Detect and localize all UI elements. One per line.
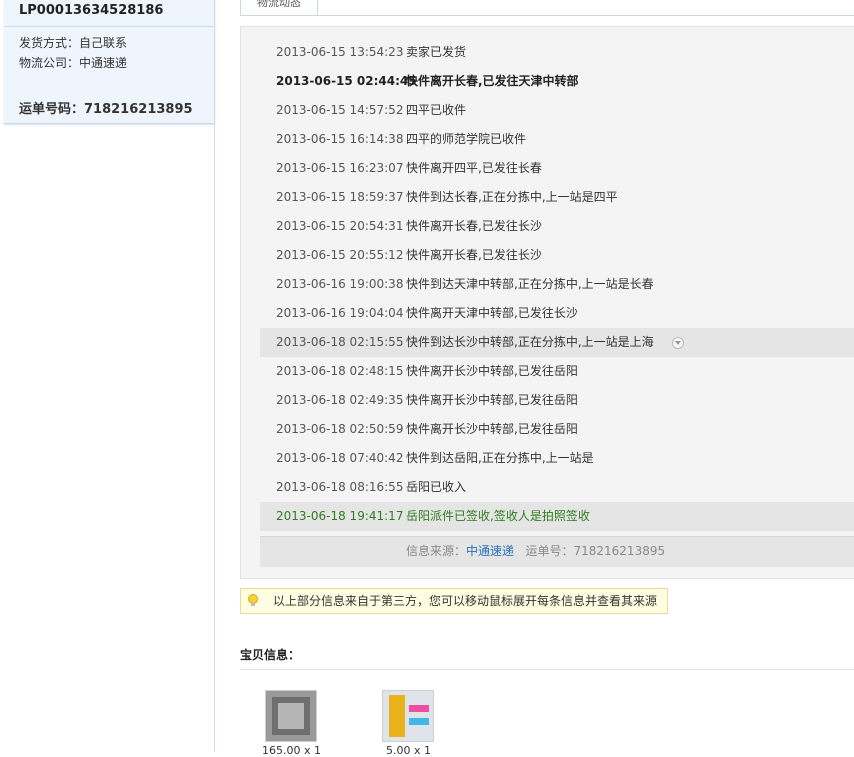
tracking-desc: 快件到达岳阳,正在分拣中,上一站是: [406, 451, 594, 465]
tracking-time: 2013-06-15 14:57:52: [276, 103, 404, 117]
lightbulb-icon: [248, 594, 258, 606]
tracking-time: 2013-06-15 13:54:23: [276, 45, 404, 59]
tracking-desc: 岳阳已收入: [406, 480, 467, 494]
tracking-row[interactable]: 2013-06-15 20:55:12 快件离开长春,已发往长沙: [260, 241, 854, 270]
tracking-desc: 快件离开四平,已发往长春: [406, 161, 542, 175]
tracking-desc: 四平的师范学院已收件: [406, 132, 527, 146]
tracking-row[interactable]: 2013-06-18 02:15:55 快件到达长沙中转部,正在分拣中,上一站是上…: [260, 328, 854, 357]
tracking-time: 2013-06-18 08:16:55: [276, 480, 404, 494]
tracking-time: 2013-06-18 02:49:35: [276, 393, 404, 407]
tracking-time: 2013-06-18 19:41:17: [276, 509, 404, 523]
column-divider: [214, 0, 215, 752]
tracking-row[interactable]: 2013-06-18 02:50:59 快件离开长沙中转部,已发往岳阳: [260, 415, 854, 444]
tracking-row[interactable]: 2013-06-18 02:49:35 快件离开长沙中转部,已发往岳阳: [260, 386, 854, 415]
tracking-time: 2013-06-18 02:48:15: [276, 364, 404, 378]
tracking-row[interactable]: 2013-06-18 02:48:15 快件离开长沙中转部,已发往岳阳: [260, 357, 854, 386]
expand-chevron-icon[interactable]: [672, 337, 684, 349]
tracking-row[interactable]: 2013-06-15 14:57:52 四平已收件: [260, 96, 854, 125]
tracking-time: 2013-06-18 07:40:42: [276, 451, 404, 465]
tracking-desc: 快件离开长沙中转部,已发往岳阳: [406, 393, 578, 407]
source-carrier-link[interactable]: 中通速递: [466, 544, 514, 558]
carrier-name: 物流公司：中通速递: [19, 56, 128, 70]
tracking-panel: 2013-06-15 13:54:23 卖家已发货 2013-06-15 02:44…: [240, 26, 854, 579]
item-thumbnail-2[interactable]: [382, 690, 434, 742]
tracking-time: 2013-06-15 16:23:07: [276, 161, 404, 175]
tracking-row[interactable]: 2013-06-15 13:54:23 卖家已发货: [260, 38, 854, 67]
tracking-time: 2013-06-18 02:50:59: [276, 422, 404, 436]
tracking-time: 2013-06-16 19:00:38: [276, 277, 404, 291]
tip-text: 以上部分信息来自于第三方，您可以移动鼠标展开每条信息并查看其来源: [273, 594, 658, 608]
tracking-desc: 快件离开天津中转部,已发往长沙: [406, 306, 578, 320]
item-thumbnail-1[interactable]: [265, 690, 317, 742]
tracking-desc: 快件离开长沙中转部,已发往岳阳: [406, 422, 578, 436]
tracking-desc: 卖家已发货: [406, 45, 467, 59]
section-divider: [240, 669, 854, 670]
waybill-number: 运单号码：718216213895: [19, 102, 193, 117]
tracking-time: 2013-06-15 18:59:37: [276, 190, 404, 204]
tracking-desc: 岳阳派件已签收,签收人是拍照签收: [406, 509, 590, 523]
tracking-row[interactable]: 2013-06-15 20:54:31 快件离开长春,已发往长沙: [260, 212, 854, 241]
tracking-desc: 四平已收件: [406, 103, 467, 117]
tracking-row[interactable]: 2013-06-15 16:23:07 快件离开四平,已发往长春: [260, 154, 854, 183]
tracking-row[interactable]: 2013-06-18 08:16:55 岳阳已收入: [260, 473, 854, 502]
tracking-desc: 快件离开长沙中转部,已发往岳阳: [406, 364, 578, 378]
order-info-card: LP00013634528186 发货方式：自己联系 物流公司：中通速递 运单号…: [4, 0, 215, 124]
tracking-desc: 快件到达天津中转部,正在分拣中,上一站是长春: [406, 277, 654, 291]
item-price-1: 165.00 x 1: [262, 744, 321, 757]
source-line: 信息来源：中通速递 运单号：718216213895: [406, 537, 665, 565]
product-image-2: [383, 691, 433, 741]
tracking-time: 2013-06-18 02:15:55: [276, 335, 404, 349]
tracking-desc: 快件到达长沙中转部,正在分拣中,上一站是上海: [406, 335, 654, 349]
tracking-time: 2013-06-15 02:44:45: [276, 74, 417, 88]
tracking-row[interactable]: 2013-06-16 19:04:04 快件离开天津中转部,已发往长沙: [260, 299, 854, 328]
tracking-time: 2013-06-16 19:04:04: [276, 306, 404, 320]
tracking-desc: 快件离开长春,已发往天津中转部: [406, 74, 579, 88]
tab-bar: 物流动态: [240, 0, 854, 16]
tracking-desc: 快件离开长春,已发往长沙: [406, 219, 542, 233]
tracking-time: 2013-06-15 16:14:38: [276, 132, 404, 146]
tracking-row[interactable]: 2013-06-15 02:44:45 快件离开长春,已发往天津中转部: [260, 67, 854, 96]
order-number: LP00013634528186: [4, 0, 214, 27]
tracking-desc: 快件到达长春,正在分拣中,上一站是四平: [406, 190, 618, 204]
tracking-row[interactable]: 2013-06-15 16:14:38 四平的师范学院已收件: [260, 125, 854, 154]
source-label: 信息来源：: [406, 544, 467, 558]
tracking-desc: 快件离开长春,已发往长沙: [406, 248, 542, 262]
ship-method: 发货方式：自己联系: [19, 36, 128, 50]
item-price-2: 5.00 x 1: [386, 744, 431, 757]
tracking-time: 2013-06-15 20:54:31: [276, 219, 404, 233]
third-party-tip: 以上部分信息来自于第三方，您可以移动鼠标展开每条信息并查看其来源: [240, 588, 668, 614]
tracking-row[interactable]: 2013-06-18 07:40:42 快件到达岳阳,正在分拣中,上一站是: [260, 444, 854, 473]
source-waybill: 运单号：718216213895: [525, 544, 666, 558]
info-source-row: 信息来源：中通速递 运单号：718216213895: [260, 536, 854, 567]
items-section-title: 宝贝信息：: [240, 648, 301, 662]
tracking-time: 2013-06-15 20:55:12: [276, 248, 404, 262]
tab-logistics[interactable]: 物流动态: [240, 0, 318, 16]
product-image-1: [266, 691, 316, 741]
tracking-row[interactable]: 2013-06-15 18:59:37 快件到达长春,正在分拣中,上一站是四平: [260, 183, 854, 212]
tracking-row[interactable]: 2013-06-18 19:41:17 岳阳派件已签收,签收人是拍照签收: [260, 502, 854, 531]
tracking-row[interactable]: 2013-06-16 19:00:38 快件到达天津中转部,正在分拣中,上一站是长…: [260, 270, 854, 299]
